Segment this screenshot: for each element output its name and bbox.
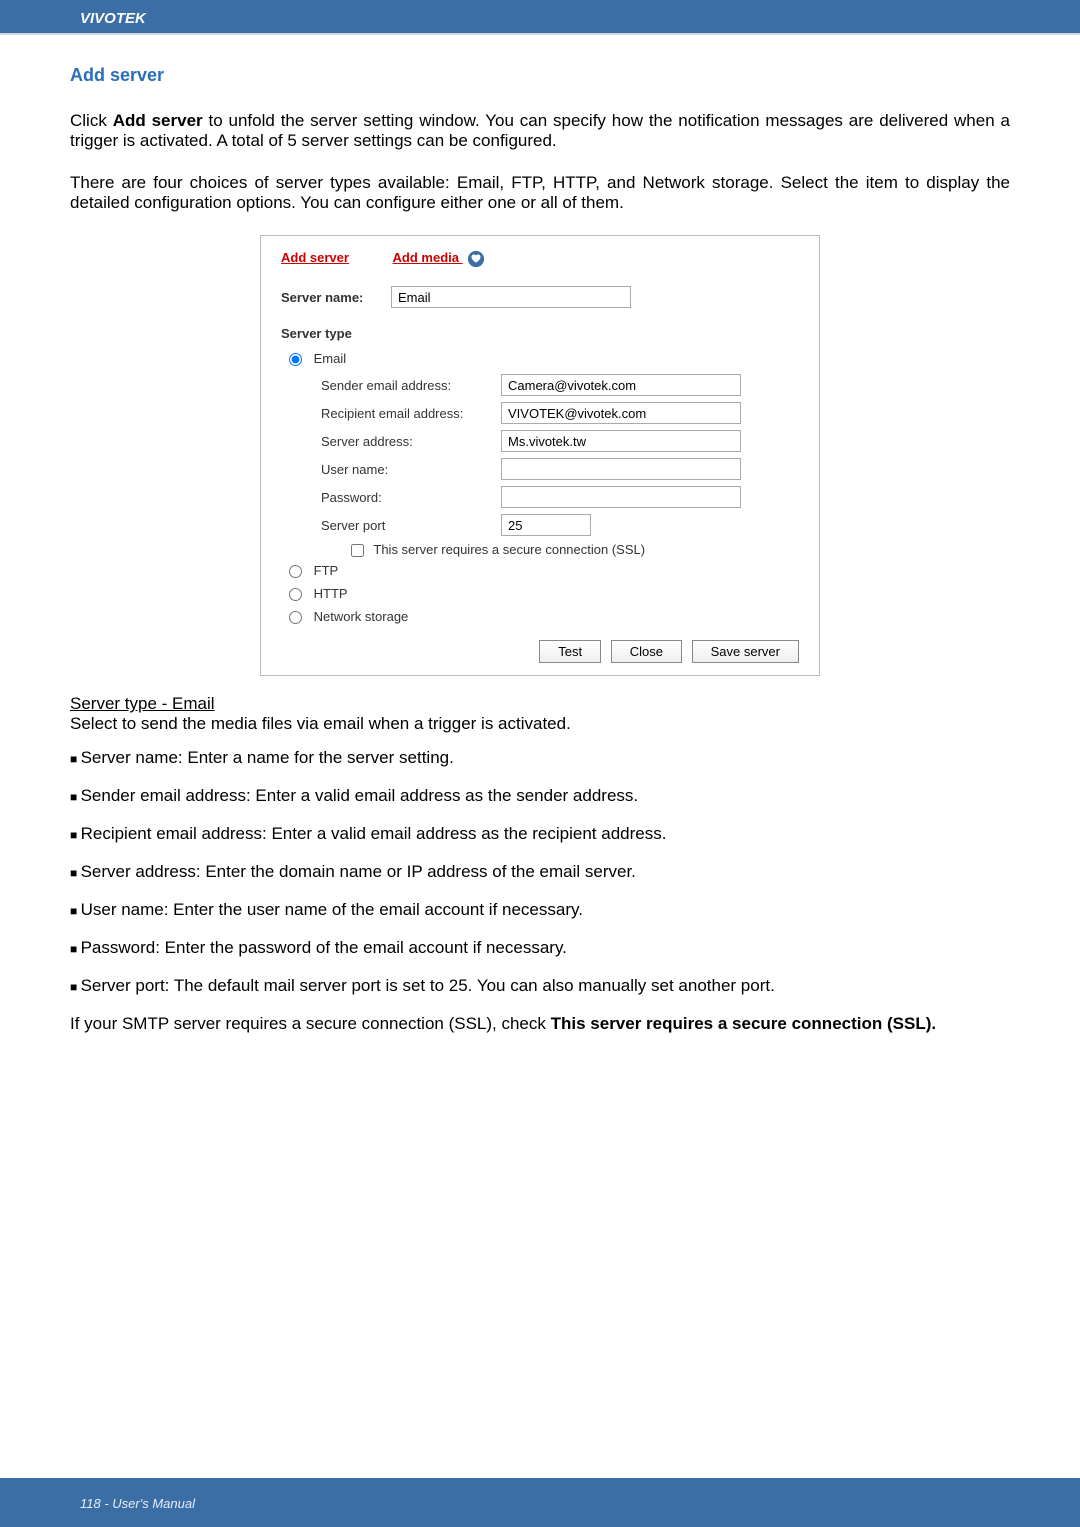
radio-http[interactable]	[289, 588, 302, 601]
sender-label: Sender email address:	[321, 378, 501, 393]
dialog-buttons: Test Close Save server	[281, 640, 799, 663]
add-media-label: Add media	[393, 250, 459, 265]
ssl-note-b: This server requires a secure connection…	[551, 1014, 936, 1033]
add-media-link[interactable]: Add media	[393, 250, 485, 265]
list-item: Password: Enter the password of the emai…	[70, 938, 1010, 958]
brand-text: VIVOTEK	[80, 10, 146, 27]
footer-text: 118 - User's Manual	[80, 1496, 195, 1511]
header-separator	[0, 33, 1080, 35]
ssl-checkbox[interactable]	[351, 544, 364, 557]
list-item: Sender email address: Enter a valid emai…	[70, 786, 1010, 806]
recipient-label: Recipient email address:	[321, 406, 501, 421]
intro-p1-bold: Add server	[113, 111, 203, 130]
brand-header: VIVOTEK	[0, 0, 1080, 33]
radio-ftp[interactable]	[289, 565, 302, 578]
ssl-label: This server requires a secure connection…	[373, 542, 645, 557]
radio-netstorage-label: Network storage	[314, 609, 409, 624]
list-item: Server address: Enter the domain name or…	[70, 862, 1010, 882]
field-list: Server name: Enter a name for the server…	[70, 748, 1010, 996]
server-type-email-desc: Select to send the media files via email…	[70, 714, 1010, 734]
add-server-link[interactable]: Add server	[281, 250, 349, 265]
server-address-input[interactable]	[501, 430, 741, 452]
ssl-row: This server requires a secure connection…	[351, 542, 799, 557]
server-port-input[interactable]	[501, 514, 591, 536]
username-input[interactable]	[501, 458, 741, 480]
radio-netstorage-row[interactable]: Network storage	[289, 609, 799, 624]
server-settings-dialog: Add server Add media Server name: Server…	[260, 235, 820, 676]
server-address-label: Server address:	[321, 434, 501, 449]
radio-email[interactable]	[289, 353, 302, 366]
sender-input[interactable]	[501, 374, 741, 396]
close-button[interactable]: Close	[611, 640, 682, 663]
info-heart-icon	[467, 250, 485, 268]
intro-p1-text-c: to unfold the server setting window. You…	[70, 111, 1010, 150]
section-title: Add server	[70, 65, 1010, 86]
server-name-input[interactable]	[391, 286, 631, 308]
radio-email-label: Email	[314, 351, 347, 366]
radio-http-label: HTTP	[314, 586, 348, 601]
server-type-heading: Server type	[281, 326, 799, 341]
username-label: User name:	[321, 462, 501, 477]
server-port-label: Server port	[321, 518, 501, 533]
ssl-note: If your SMTP server requires a secure co…	[70, 1014, 1010, 1034]
list-item: Server name: Enter a name for the server…	[70, 748, 1010, 768]
page-content: Add server Click Add server to unfold th…	[0, 65, 1080, 1034]
list-item: User name: Enter the user name of the em…	[70, 900, 1010, 920]
password-label: Password:	[321, 490, 501, 505]
radio-ftp-row[interactable]: FTP	[289, 563, 799, 578]
test-button[interactable]: Test	[539, 640, 601, 663]
server-type-email-heading: Server type - Email	[70, 694, 1010, 714]
server-name-label: Server name:	[281, 290, 391, 305]
password-input[interactable]	[501, 486, 741, 508]
intro-paragraph-1: Click Add server to unfold the server se…	[70, 111, 1010, 151]
radio-http-row[interactable]: HTTP	[289, 586, 799, 601]
intro-p1-text-a: Click	[70, 111, 113, 130]
dialog-links: Add server Add media	[281, 250, 799, 268]
ssl-note-a: If your SMTP server requires a secure co…	[70, 1014, 551, 1033]
server-name-row: Server name:	[281, 286, 799, 308]
radio-email-row[interactable]: Email	[289, 351, 799, 366]
list-item: Recipient email address: Enter a valid e…	[70, 824, 1010, 844]
list-item: Server port: The default mail server por…	[70, 976, 1010, 996]
email-form: Sender email address: Recipient email ad…	[321, 374, 799, 557]
radio-netstorage[interactable]	[289, 611, 302, 624]
radio-ftp-label: FTP	[314, 563, 339, 578]
page-footer: 118 - User's Manual	[0, 1478, 1080, 1527]
intro-paragraph-2: There are four choices of server types a…	[70, 173, 1010, 213]
recipient-input[interactable]	[501, 402, 741, 424]
save-server-button[interactable]: Save server	[692, 640, 799, 663]
